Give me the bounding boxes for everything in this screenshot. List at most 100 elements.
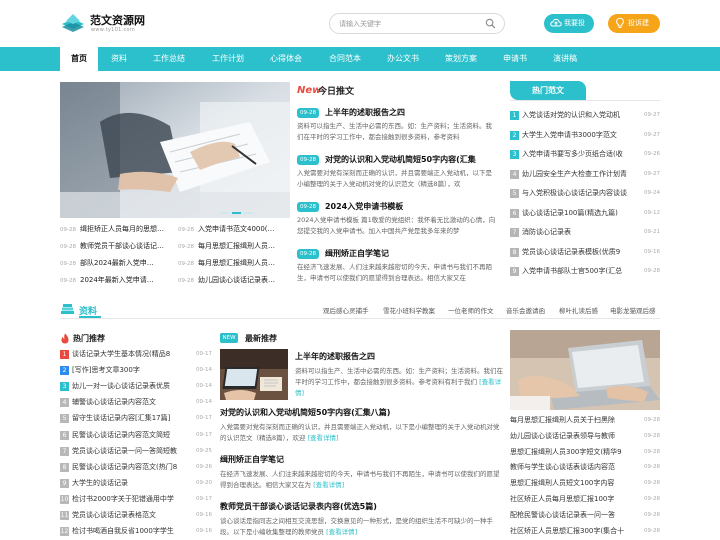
today-post-title[interactable]: 09-28 对党的认识和入党动机简短50字内容(汇集 [297, 153, 497, 167]
nav-item-experience[interactable]: 心得体会 [263, 47, 309, 71]
today-post-title[interactable]: 09-28 上半年的述职报告之四 [297, 106, 497, 120]
hot-recommend-item[interactable]: 11 党员谈心谈话记录表格范文 09-16 [60, 507, 212, 523]
hot-recommend-item[interactable]: 4 辅警谈心谈话记录内容范文 09-14 [60, 394, 212, 410]
list-item[interactable]: 09-28 每月思想汇报缉刑人员… [178, 239, 291, 253]
side-article-item[interactable]: 思想汇报缉刑人员300字短文(精华9 09-28 [510, 444, 660, 460]
laptop-photo[interactable] [510, 330, 660, 410]
hot-list-item[interactable]: 7 消防谈心记录表 09-21 [510, 225, 660, 239]
nav-item-office-docs[interactable]: 办公文书 [380, 47, 426, 71]
rank-number: 4 [510, 169, 519, 179]
tag-link[interactable]: 一位老师的作文 [448, 305, 494, 315]
nav-item-home[interactable]: 首页 [60, 47, 98, 71]
hot-item-date: 09-12 [644, 209, 660, 216]
side-article-item[interactable]: 社区矫正人员思想汇报300字(集合十 09-28 [510, 523, 660, 539]
hot-recommend-item[interactable]: 12 检讨书喝酒自我反省1000字学生 09-16 [60, 523, 212, 539]
hot-recommend-date: 09-17 [196, 351, 212, 357]
today-post-title[interactable]: 09-28 缉刑矫正自学笔记 [297, 247, 497, 261]
tag-link[interactable]: 观后感心灵捕手 [323, 305, 369, 315]
rank-number: 12 [60, 527, 69, 537]
today-post-title[interactable]: 09-28 2024入党申请书模板 [297, 200, 497, 214]
side-article-item[interactable]: 社区矫正人员每月思想汇报100字 09-28 [510, 491, 660, 507]
lightbulb-icon [616, 17, 624, 28]
date-badge: 09-28 [297, 202, 319, 212]
list-item[interactable]: 09-28 入党申请书范文4000(… [178, 222, 291, 236]
hot-recommend-date: 09-14 [196, 367, 212, 374]
list-item[interactable]: 09-28 幼儿园谈心谈话记录表… [178, 273, 291, 287]
list-item[interactable]: 09-28 教师党员干部谈心谈话记… [60, 239, 172, 253]
hot-item-title: 入党申请书部队士官500字(汇总 [522, 267, 623, 275]
feature-title[interactable]: 上半年的述职报告之四 [295, 351, 375, 362]
hot-recommend-item[interactable]: 10 检讨书2000字关于犯错通用中学 09-17 [60, 491, 212, 507]
side-article-item[interactable]: 教师与学生谈心谈话表谈话内容范 09-28 [510, 459, 660, 475]
latest-post-more-link[interactable]: [查看详情] [326, 528, 357, 536]
nav-item-contracts[interactable]: 合同范本 [322, 47, 368, 71]
hot-list-item[interactable]: 9 入党申请书部队士官500字(汇总 09-28 [510, 264, 660, 278]
site-name[interactable]: 范文资源网 [90, 12, 145, 28]
hot-item-title: 入党谈话对党的认识和入党动机 [522, 111, 620, 119]
nav-item-applications[interactable]: 申请书 [496, 47, 534, 71]
latest-badge: NEW [220, 333, 238, 343]
hot-list-item[interactable]: 2 大学生入党申请书3000字范文 09-27 [510, 128, 660, 142]
nav-item-planning[interactable]: 策划方案 [438, 47, 484, 71]
latest-post-more-link[interactable]: [查看详情] [307, 434, 338, 442]
tag-link[interactable]: 音乐会邀请函 [506, 305, 545, 315]
books-icon [61, 304, 74, 314]
hot-list-item[interactable]: 6 谈心谈话记录100篇(精选九篇) 09-12 [510, 206, 660, 220]
tag-link[interactable]: 电影龙猫观后感 [610, 305, 656, 315]
submit-article-button[interactable]: 我要投稿 [544, 14, 594, 46]
carousel-dot[interactable] [220, 212, 229, 214]
side-article-item[interactable]: 思想汇报缉刑人员短文100字内容 09-28 [510, 475, 660, 491]
hot-list-item[interactable]: 3 入党申请书要写多少页纸合适(收 09-26 [510, 147, 660, 161]
tag-link[interactable]: 雪花小班科学教案 [383, 305, 435, 315]
tag-link[interactable]: 柳叶扎读后感 [559, 305, 598, 315]
latest-post-title[interactable]: 对党的认识和入党动机简短50字内容(汇集八篇) [220, 407, 505, 418]
latest-title: 最新推荐 [245, 334, 277, 343]
complaint-suggest-button[interactable]: 投诉建议 [608, 14, 660, 46]
list-item-date: 09-28 [178, 261, 194, 267]
hot-recommend-date: 09-20 [196, 479, 212, 486]
latest-post-more-link[interactable]: [查看详情] [313, 481, 344, 489]
list-item[interactable]: 09-28 部队2024最新入党申… [60, 256, 172, 270]
feature-thumbnail[interactable] [220, 349, 288, 400]
hot-recommend-item[interactable]: 9 大学生的谈话记录 09-20 [60, 475, 212, 491]
logo-icon[interactable] [60, 12, 86, 34]
today-post: 09-28 对党的认识和入党动机简短50字内容(汇集 入党需要对党有深刻而正确的认… [297, 153, 497, 190]
list-item[interactable]: 09-28 2024年最新入党申请… [60, 273, 172, 287]
latest-post-title[interactable]: 缉刑矫正自学笔记 [220, 454, 505, 465]
rank-number: 3 [60, 382, 69, 392]
side-article-item[interactable]: 配枪民警谈心谈话记录表一问一答 09-28 [510, 507, 660, 523]
nav-item-work-summary[interactable]: 工作总结 [146, 47, 192, 71]
banner-image[interactable] [60, 82, 290, 218]
hot-recommend-item[interactable]: 6 民警谈心谈话记录内容范文简短 09-17 [60, 427, 212, 443]
nav-item-work-plan[interactable]: 工作计划 [205, 47, 251, 71]
hot-recommend-item[interactable]: 3 幼儿一对一谈心谈话记录表优质 09-14 [60, 378, 212, 394]
hot-item-title: 谈心谈话记录100篇(精选九篇) [522, 208, 618, 217]
nav-item-speeches[interactable]: 演讲稿 [546, 47, 584, 71]
list-item[interactable]: 09-28 缉拒矫正人员每月的思想… [60, 222, 172, 236]
hot-recommend-item[interactable]: 7 党员谈心谈话记录一问一答简短教 09-25 [60, 443, 212, 459]
hot-list-item[interactable]: 4 幼儿园安全生产大检查工作计划青 09-27 [510, 167, 660, 181]
latest-post-title[interactable]: 教师党员干部谈心谈话记录表内容(优选5篇) [220, 501, 505, 512]
hot-recommend-date: 09-17 [196, 495, 212, 502]
hot-recommend-title: [写作]思考文章300字 [72, 366, 140, 375]
list-item-date: 09-28 [178, 227, 194, 233]
hot-recommend-item[interactable]: 8 民警谈心谈话记录内容范文(热门8 09-26 [60, 459, 212, 475]
hot-list-item[interactable]: 8 党员谈心谈话记录表模板(优质9 09-16 [510, 245, 660, 259]
hot-list-item[interactable]: 1 入党谈话对党的认识和入党动机 09-27 [510, 108, 660, 122]
search-input[interactable] [339, 17, 479, 30]
hot-recommend-item[interactable]: 2 [写作]思考文章300字 09-14 [60, 362, 212, 378]
side-article-item[interactable]: 幼儿园谈心谈话记录表领导与教师 09-28 [510, 428, 660, 444]
hot-recommend-item[interactable]: 1 谈话记录大学生基本情况(精品8 09-17 [60, 346, 212, 362]
side-article-item[interactable]: 每月思想汇报缉刑人员关于扫黑除 09-28 [510, 412, 660, 428]
carousel-dot[interactable] [244, 212, 253, 214]
search-icon[interactable] [485, 18, 496, 29]
hot-recommend-item[interactable]: 5 留守生谈话记录内容[汇集17篇] 09-17 [60, 410, 212, 426]
nav-item-materials[interactable]: 资料 [102, 47, 136, 71]
hot-item-date: 09-21 [644, 229, 660, 235]
header: 范文资源网 www.ty101.com 我要投稿 投诉建议 [0, 0, 720, 47]
carousel-dot-active[interactable] [232, 212, 241, 214]
hot-recommend-title: 民警谈心谈话记录内容范文(热门8 [72, 462, 178, 471]
hot-list-item[interactable]: 5 与入党积极谈心谈话记录内容谈谈 09-24 [510, 186, 660, 200]
list-item[interactable]: 09-28 每月思想汇报缉刑人员… [178, 256, 291, 270]
latest-post-desc: 在经济飞速发展、人们注来越来越密切的今天，申请书与我们不再陌生，申请书可以使我们… [220, 470, 500, 489]
